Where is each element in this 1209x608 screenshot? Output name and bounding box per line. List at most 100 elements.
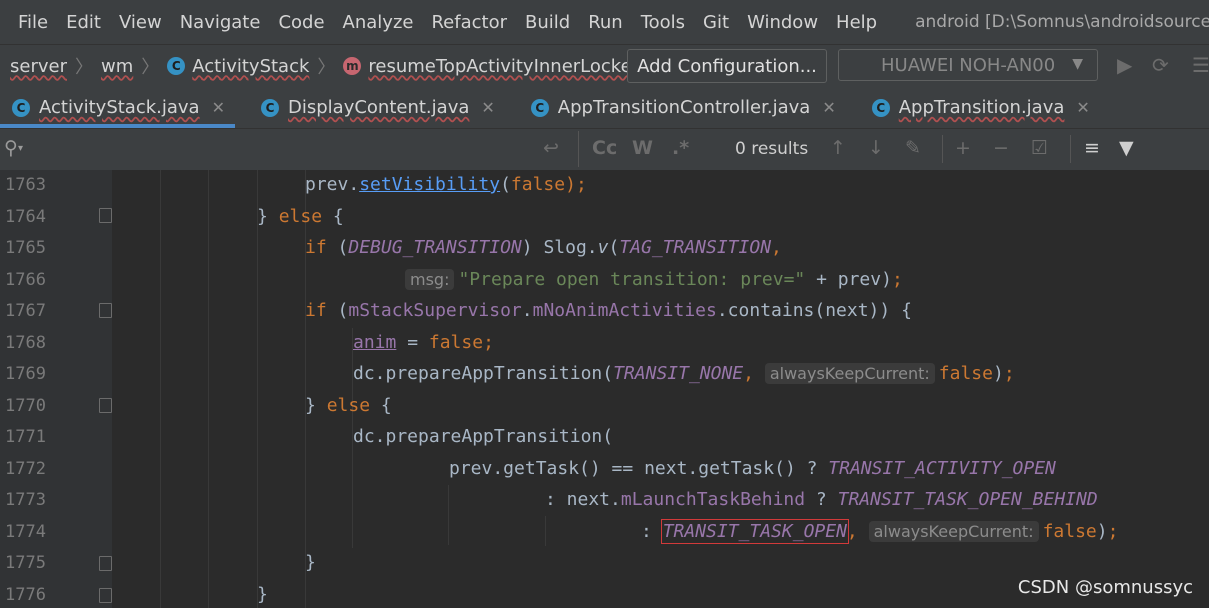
token: ( [608, 237, 620, 258]
breadcrumb-label: wm [100, 55, 134, 77]
breadcrumb-wm[interactable]: wm [101, 56, 133, 77]
navigation-bar: server 〉 wm 〉 C ActivityStack 〉 m resume… [0, 44, 1209, 87]
tab-apptransitioncontroller[interactable]: C AppTransitionController.java ✕ [519, 87, 846, 128]
line-number: 1776 [5, 584, 46, 605]
field: anim [353, 331, 397, 353]
chevron-down-icon[interactable]: ▾ [18, 143, 23, 154]
token: = [396, 331, 429, 353]
search-icon[interactable]: ⚲ [4, 137, 18, 159]
arrow-down-icon[interactable]: ↓ [868, 137, 884, 159]
code-text: } else { [257, 202, 344, 232]
code-text: if (DEBUG_TRANSITION) Slog.v(TAG_TRANSIT… [305, 233, 782, 263]
tab-apptransition[interactable]: C AppTransition.java ✕ [860, 87, 1100, 128]
new-line-icon[interactable]: ↩ [543, 137, 559, 159]
tab-label: AppTransitionController.java [557, 97, 811, 118]
menu-help[interactable]: Help [836, 12, 877, 33]
apply-changes-icon[interactable]: ⟳ [1152, 53, 1169, 77]
menu-file[interactable]: File [18, 12, 48, 33]
breadcrumb-label: server [10, 55, 67, 77]
string-literal: "Prepare open transition: prev=" [458, 268, 806, 290]
token: , [743, 363, 765, 384]
close-icon[interactable]: ✕ [822, 98, 835, 117]
device-label: HUAWEI NOH-AN00 [881, 54, 1056, 76]
whole-words-toggle[interactable]: W [632, 137, 653, 159]
chevron-right-icon: 〉 [141, 57, 160, 78]
line-number: 1770 [5, 395, 46, 416]
add-occurrence-icon[interactable]: + [955, 137, 971, 159]
field: mNoAnimActivities [532, 300, 717, 321]
constant: TRANSIT_TASK_OPEN_BEHIND [837, 489, 1098, 510]
parameter-hint: msg: [405, 268, 455, 290]
token: ) [1096, 520, 1108, 542]
line-number: 1773 [5, 490, 46, 510]
keyword: false [510, 174, 566, 195]
line-number: 1772 [5, 458, 46, 479]
breadcrumb-activitystack[interactable]: C ActivityStack [167, 56, 309, 77]
token: } [305, 394, 327, 416]
keyword: false [938, 363, 993, 384]
token: ? [805, 489, 838, 510]
code-line: 1774 : TRANSIT_TASK_OPEN, alwaysKeepCurr… [0, 517, 1209, 549]
close-icon[interactable]: ✕ [1076, 98, 1089, 117]
menu-navigate[interactable]: Navigate [180, 12, 261, 33]
search-input[interactable] [36, 133, 536, 165]
token: . [521, 300, 533, 321]
keyword: if [305, 300, 327, 321]
code-text: msg: "Prepare open transition: prev=" + p… [405, 265, 903, 295]
arrow-up-icon[interactable]: ↑ [830, 137, 846, 159]
breadcrumb-server[interactable]: server [10, 56, 67, 77]
line-number: 1767 [5, 301, 46, 321]
class-icon: C [261, 98, 279, 117]
class-icon: C [12, 98, 30, 117]
tab-displaycontent[interactable]: C DisplayContent.java ✕ [249, 87, 505, 128]
chevron-right-icon: 〉 [74, 57, 93, 78]
menu-tools[interactable]: Tools [641, 12, 685, 33]
run-icon[interactable]: ▶ [1117, 53, 1132, 77]
breadcrumb-method[interactable]: m resumeTopActivityInnerLocked [343, 56, 643, 77]
token: ( [500, 174, 511, 195]
remove-occurrence-icon[interactable]: − [993, 137, 1009, 159]
close-icon[interactable]: ✕ [212, 98, 225, 117]
token: } [257, 205, 279, 227]
line-number: 1766 [5, 269, 46, 290]
divider [1070, 135, 1071, 163]
select-all-occurrences-icon[interactable]: ☑ [1031, 137, 1048, 159]
pin-icon[interactable]: ✎ [905, 137, 921, 159]
device-selector[interactable]: HUAWEI NOH-AN00 ▼ [838, 49, 1098, 81]
tab-activitystack[interactable]: C ActivityStack.java ✕ [0, 87, 235, 128]
close-icon[interactable]: ✕ [481, 98, 494, 117]
menu-view[interactable]: View [119, 12, 162, 33]
menu-edit[interactable]: Edit [66, 12, 101, 33]
class-icon: C [167, 57, 186, 75]
token: ( [326, 237, 349, 258]
code-line: 1766 msg: "Prepare open transition: prev=… [0, 265, 1209, 297]
line-number: 1764 [5, 206, 46, 227]
filter-icon[interactable]: ▼ [1119, 137, 1134, 159]
sync-icon[interactable]: ☰ [1192, 53, 1209, 77]
menu-git[interactable]: Git [703, 12, 729, 33]
tab-label: AppTransition.java [898, 97, 1065, 118]
tab-label: DisplayContent.java [288, 97, 470, 118]
add-configuration-button[interactable]: Add Configuration... [627, 49, 827, 83]
breadcrumb-label: resumeTopActivityInnerLocked [368, 55, 644, 77]
menu-build[interactable]: Build [525, 12, 570, 33]
code-line: 1767 if (mStackSupervisor.mNoAnimActivit… [0, 296, 1209, 328]
keyword: else [278, 205, 323, 227]
menu-code[interactable]: Code [278, 12, 324, 33]
constant: TRANSIT_NONE [613, 363, 744, 384]
method-link[interactable]: setVisibility [359, 174, 500, 195]
menu-run[interactable]: Run [588, 12, 623, 33]
token: ) Slog. [521, 237, 598, 258]
match-case-toggle[interactable]: Cc [592, 137, 617, 159]
code-line: 1763 prev.setVisibility(false); [0, 170, 1209, 202]
regex-toggle[interactable]: .* [672, 137, 689, 159]
menu-analyze[interactable]: Analyze [343, 12, 414, 33]
token: } [257, 583, 268, 605]
code-line: 1765 if (DEBUG_TRANSITION) Slog.v(TAG_TR… [0, 233, 1209, 265]
code-editor[interactable]: 1763 prev.setVisibility(false); 1764 } e… [0, 170, 1209, 608]
filter-lines-icon[interactable]: ≡ [1084, 137, 1100, 159]
menu-refactor[interactable]: Refactor [431, 12, 507, 33]
code-text: if (mStackSupervisor.mNoAnimActivities.c… [305, 296, 912, 326]
menu-window[interactable]: Window [747, 12, 818, 33]
token: } [305, 552, 316, 573]
